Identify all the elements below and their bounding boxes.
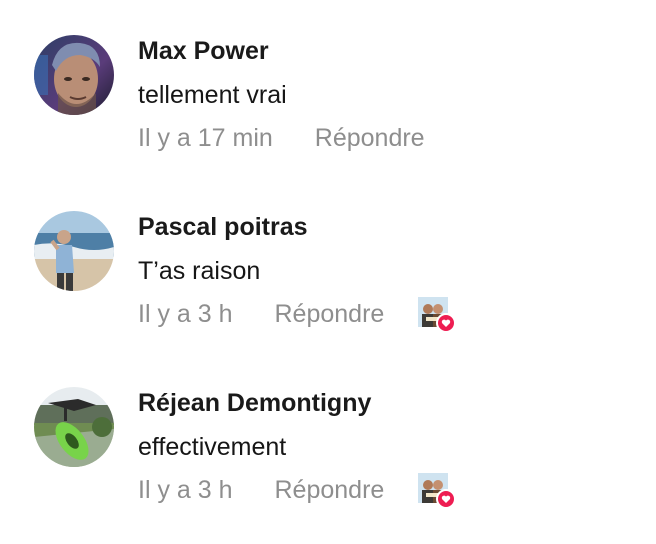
avatar[interactable]: [34, 35, 114, 115]
avatar[interactable]: [34, 387, 114, 467]
comment-meta: Il y a 3 h Répondre: [138, 473, 457, 509]
heart-icon: [436, 313, 457, 333]
comment-text: tellement vrai: [138, 81, 287, 109]
comment-timestamp: Il y a 3 h: [138, 475, 233, 504]
reply-button[interactable]: Répondre: [275, 476, 385, 505]
heart-icon: [436, 489, 457, 509]
comment-meta: Il y a 17 min Répondre: [138, 121, 425, 155]
comment-text: T’as raison: [138, 257, 261, 285]
comment-text: effectivement: [138, 433, 287, 461]
reply-button[interactable]: Répondre: [275, 300, 385, 329]
comment-item: Pascal poitras T’as raison Il y a 3 h Ré…: [0, 211, 656, 361]
liked-by-creator: [418, 473, 457, 509]
comment-timestamp: Il y a 3 h: [138, 299, 233, 328]
comment-author[interactable]: Réjean Demontigny: [138, 389, 371, 418]
comment-meta: Il y a 3 h Répondre: [138, 297, 457, 333]
comment-item: Max Power tellement vrai Il y a 17 min R…: [0, 35, 656, 185]
comment-item: Réjean Demontigny effectivement Il y a 3…: [0, 387, 656, 537]
comment-author[interactable]: Max Power: [138, 37, 269, 66]
comment-author[interactable]: Pascal poitras: [138, 213, 308, 242]
comment-timestamp: Il y a 17 min: [138, 123, 273, 152]
reply-button[interactable]: Répondre: [315, 124, 425, 153]
liked-by-creator: [418, 297, 457, 333]
avatar[interactable]: [34, 211, 114, 291]
